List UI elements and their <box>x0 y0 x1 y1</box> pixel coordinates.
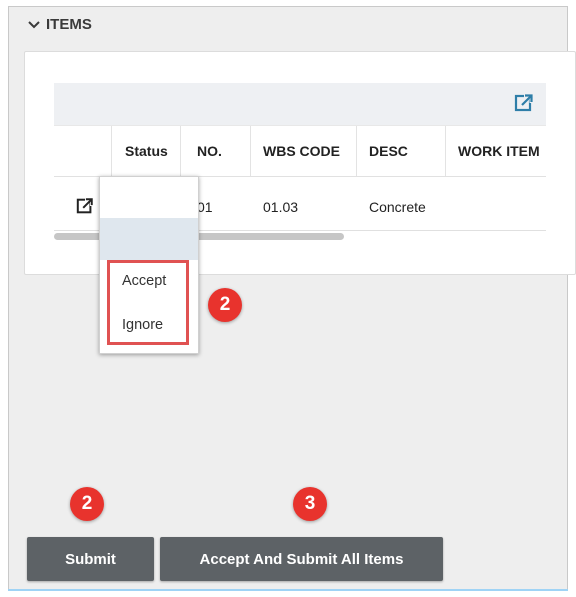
column-header-actions <box>54 126 112 176</box>
open-in-new-icon[interactable] <box>514 93 534 113</box>
status-dropdown-selected[interactable] <box>100 218 198 260</box>
open-in-new-icon[interactable] <box>76 197 94 215</box>
section-header[interactable]: ITEMS <box>28 16 92 33</box>
callout-highlight <box>107 260 189 345</box>
column-header-work-item[interactable]: WORK ITEM <box>446 126 546 176</box>
callout-badge: 2 <box>70 487 104 521</box>
callout-badge: 2 <box>208 288 242 322</box>
section-title: ITEMS <box>46 16 92 33</box>
column-header-status[interactable]: Status <box>112 126 181 176</box>
cell-wbs-code: 01.03 <box>263 199 299 215</box>
column-header-desc[interactable]: DESC <box>357 126 446 176</box>
chevron-down-icon <box>28 20 40 28</box>
panel-bottom-border <box>8 589 568 591</box>
table-header: Status NO. WBS CODE DESC WORK ITEM <box>54 125 546 177</box>
column-header-wbs-code[interactable]: WBS CODE <box>251 126 357 176</box>
submit-button[interactable]: Submit <box>27 537 154 581</box>
table-toolbar <box>54 83 546 125</box>
callout-badge: 3 <box>293 487 327 521</box>
cell-desc: Concrete <box>369 199 426 215</box>
horizontal-scrollbar[interactable] <box>54 233 344 240</box>
accept-and-submit-all-button[interactable]: Accept And Submit All Items <box>160 537 443 581</box>
cell-no: 01 <box>197 199 213 215</box>
column-header-no[interactable]: NO. <box>181 126 251 176</box>
